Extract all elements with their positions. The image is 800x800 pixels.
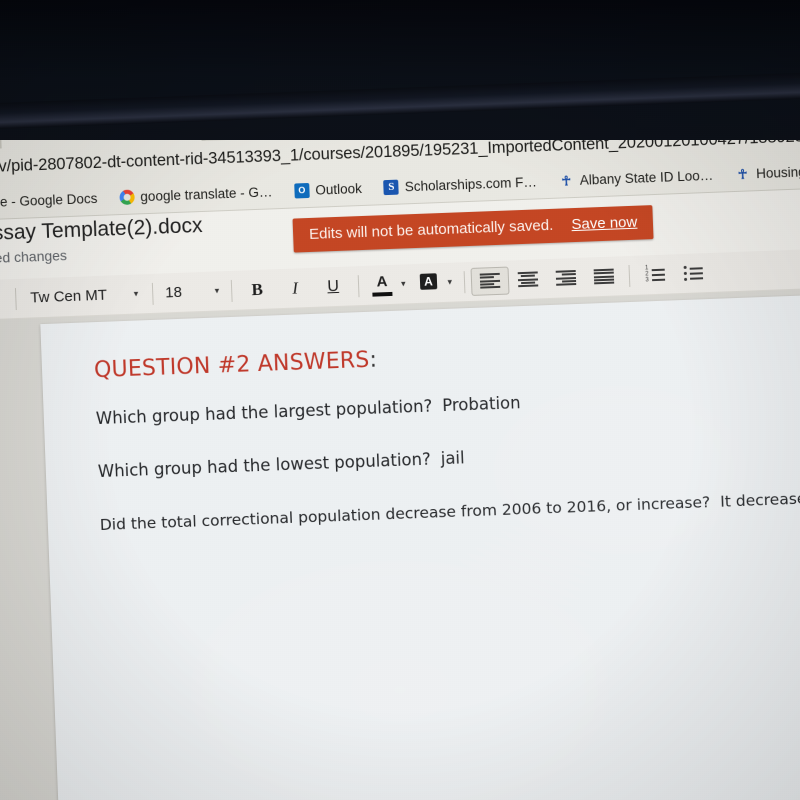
answer-text: It decreased <box>719 489 800 511</box>
document-heading: QUESTION #2 ANSWERS: <box>93 332 792 384</box>
answer-text: Probation <box>441 393 521 416</box>
chevron-down-icon: ▾ <box>214 285 220 296</box>
question-text: Did the total correctional population de… <box>99 493 711 535</box>
document-heading-colon: : <box>369 347 378 373</box>
toolbar-divider <box>230 279 233 302</box>
toolbar-divider <box>357 274 360 297</box>
document-canvas: QUESTION #2 ANSWERS: Which group had the… <box>0 287 800 800</box>
bookmark-label: google translate - G… <box>140 183 273 204</box>
bookmark-label: Housing & R <box>755 163 800 181</box>
bookmark-outlook[interactable]: O Outlook <box>294 180 363 199</box>
document-save-state: aved changes <box>0 247 68 267</box>
document-page[interactable]: QUESTION #2 ANSWERS: Which group had the… <box>40 294 800 800</box>
bookmark-housing[interactable]: ☥ Housing & R <box>735 163 800 182</box>
underline-button[interactable]: U <box>314 272 353 301</box>
save-now-link[interactable]: Save now <box>571 214 637 233</box>
text-color-button[interactable]: A ▾ <box>365 270 413 300</box>
highlight-color-icon: A <box>417 272 440 295</box>
text-color-icon: A <box>371 273 394 296</box>
bulleted-list-icon <box>683 265 703 281</box>
asu-ram-icon: ☥ <box>737 166 748 182</box>
chevron-down-icon: ▾ <box>133 288 139 299</box>
align-left-icon <box>479 272 501 289</box>
bookmark-label: Me - Google Docs <box>0 190 98 210</box>
numbered-list-icon: 123 <box>645 265 665 283</box>
bold-button[interactable]: B <box>238 275 277 304</box>
toolbar-divider <box>14 287 17 310</box>
document-line-2: Which group had the lowest population? ja… <box>98 436 796 481</box>
toolbar-divider <box>463 270 466 293</box>
google-g-icon <box>119 189 135 205</box>
align-left-button[interactable] <box>470 266 510 296</box>
banner-message: Edits will not be automatically saved. <box>308 216 554 243</box>
highlight-glyph: A <box>419 272 438 290</box>
chevron-down-icon: ▾ <box>400 278 406 289</box>
style-dropdown-caret[interactable]: ▾ <box>0 285 10 314</box>
scholarships-s-icon: S <box>383 179 400 195</box>
align-justify-button[interactable] <box>584 262 623 291</box>
question-text: Which group had the largest population? <box>95 396 433 429</box>
asu-ram-icon: ☥ <box>561 172 572 188</box>
chevron-down-icon: ▾ <box>447 276 453 287</box>
align-right-button[interactable] <box>547 263 586 292</box>
font-size-selector[interactable]: 18 ▾ <box>159 277 226 307</box>
font-size-value: 18 <box>164 283 183 302</box>
question-text: Which group had the lowest population? <box>97 449 432 482</box>
numbered-list-button[interactable]: 123 <box>635 260 674 289</box>
bookmark-google-translate[interactable]: google translate - G… <box>119 184 273 205</box>
photograph-of-screen: CRIJ 1301 Commo ✕ N Restorative Justice … <box>0 0 800 800</box>
align-center-icon <box>517 271 539 288</box>
align-center-button[interactable] <box>509 265 548 294</box>
browser-window: CRIJ 1301 Commo ✕ N Restorative Justice … <box>0 70 800 800</box>
italic-button[interactable]: I <box>276 273 315 302</box>
align-right-icon <box>555 270 577 286</box>
autosave-warning-banner: Edits will not be automatically saved. S… <box>292 205 654 253</box>
bulleted-list-button[interactable] <box>673 258 712 287</box>
bookmark-label: Outlook <box>315 180 363 198</box>
highlight-color-button[interactable]: A ▾ <box>411 268 459 298</box>
outlook-icon: O <box>294 182 310 199</box>
toolbar-divider <box>151 282 154 305</box>
document-line-3: Did the total correctional population de… <box>99 489 800 535</box>
bookmark-scholarships[interactable]: S Scholarships.com F… <box>383 173 538 195</box>
toolbar-divider <box>628 264 631 287</box>
bookmark-albany-state-id[interactable]: ☥ Albany State ID Loo… <box>558 167 713 188</box>
font-family-value: Tw Cen MT <box>30 286 108 307</box>
document-line-1: Which group had the largest population? P… <box>96 383 794 428</box>
font-family-selector[interactable]: Tw Cen MT ▾ <box>22 280 147 313</box>
bookmark-label: Albany State ID Loo… <box>579 167 714 188</box>
bookmark-label: Scholarships.com F… <box>404 173 538 194</box>
bookmark-me-google-docs[interactable]: Me - Google Docs <box>0 190 98 209</box>
align-justify-icon <box>593 268 615 285</box>
answer-text: jail <box>440 448 465 469</box>
document-title[interactable]: Essay Template(2).docx <box>0 214 203 246</box>
document-heading-text: QUESTION #2 ANSWERS <box>93 347 370 384</box>
